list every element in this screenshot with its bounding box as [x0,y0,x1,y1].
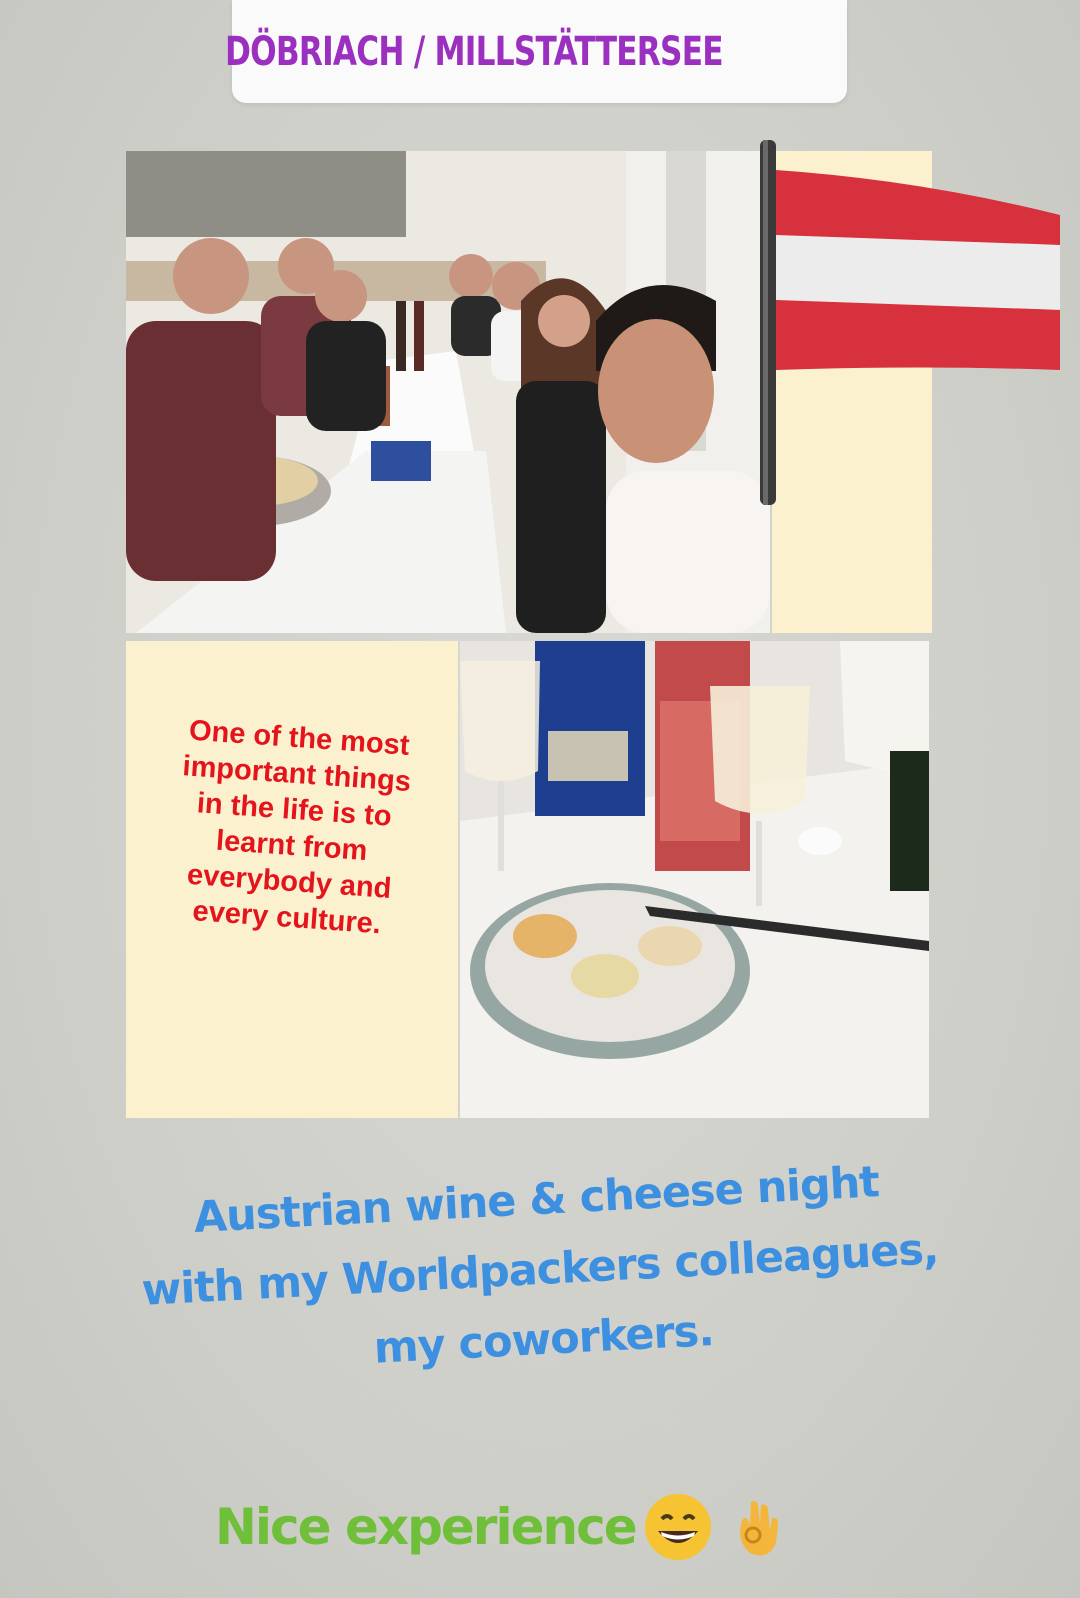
group-dinner-photo [126,151,770,633]
ok-hand-icon [739,1501,778,1556]
wine-and-cheese-photo [460,641,929,1118]
austria-flag-icon [760,140,1060,505]
footer-line: Nice experience [215,1482,875,1572]
quote-text: One of the most important things in the … [181,714,412,941]
footer-text: Nice experience [215,1498,638,1556]
story-caption: Austrian wine & cheese night with my Wor… [55,1140,1025,1400]
location-label: DÖBRIACH / MILLSTÄTTERSEE [225,28,724,75]
location-sticker[interactable]: DÖBRIACH / MILLSTÄTTERSEE [225,0,847,103]
grinning-face-icon [644,1494,711,1560]
